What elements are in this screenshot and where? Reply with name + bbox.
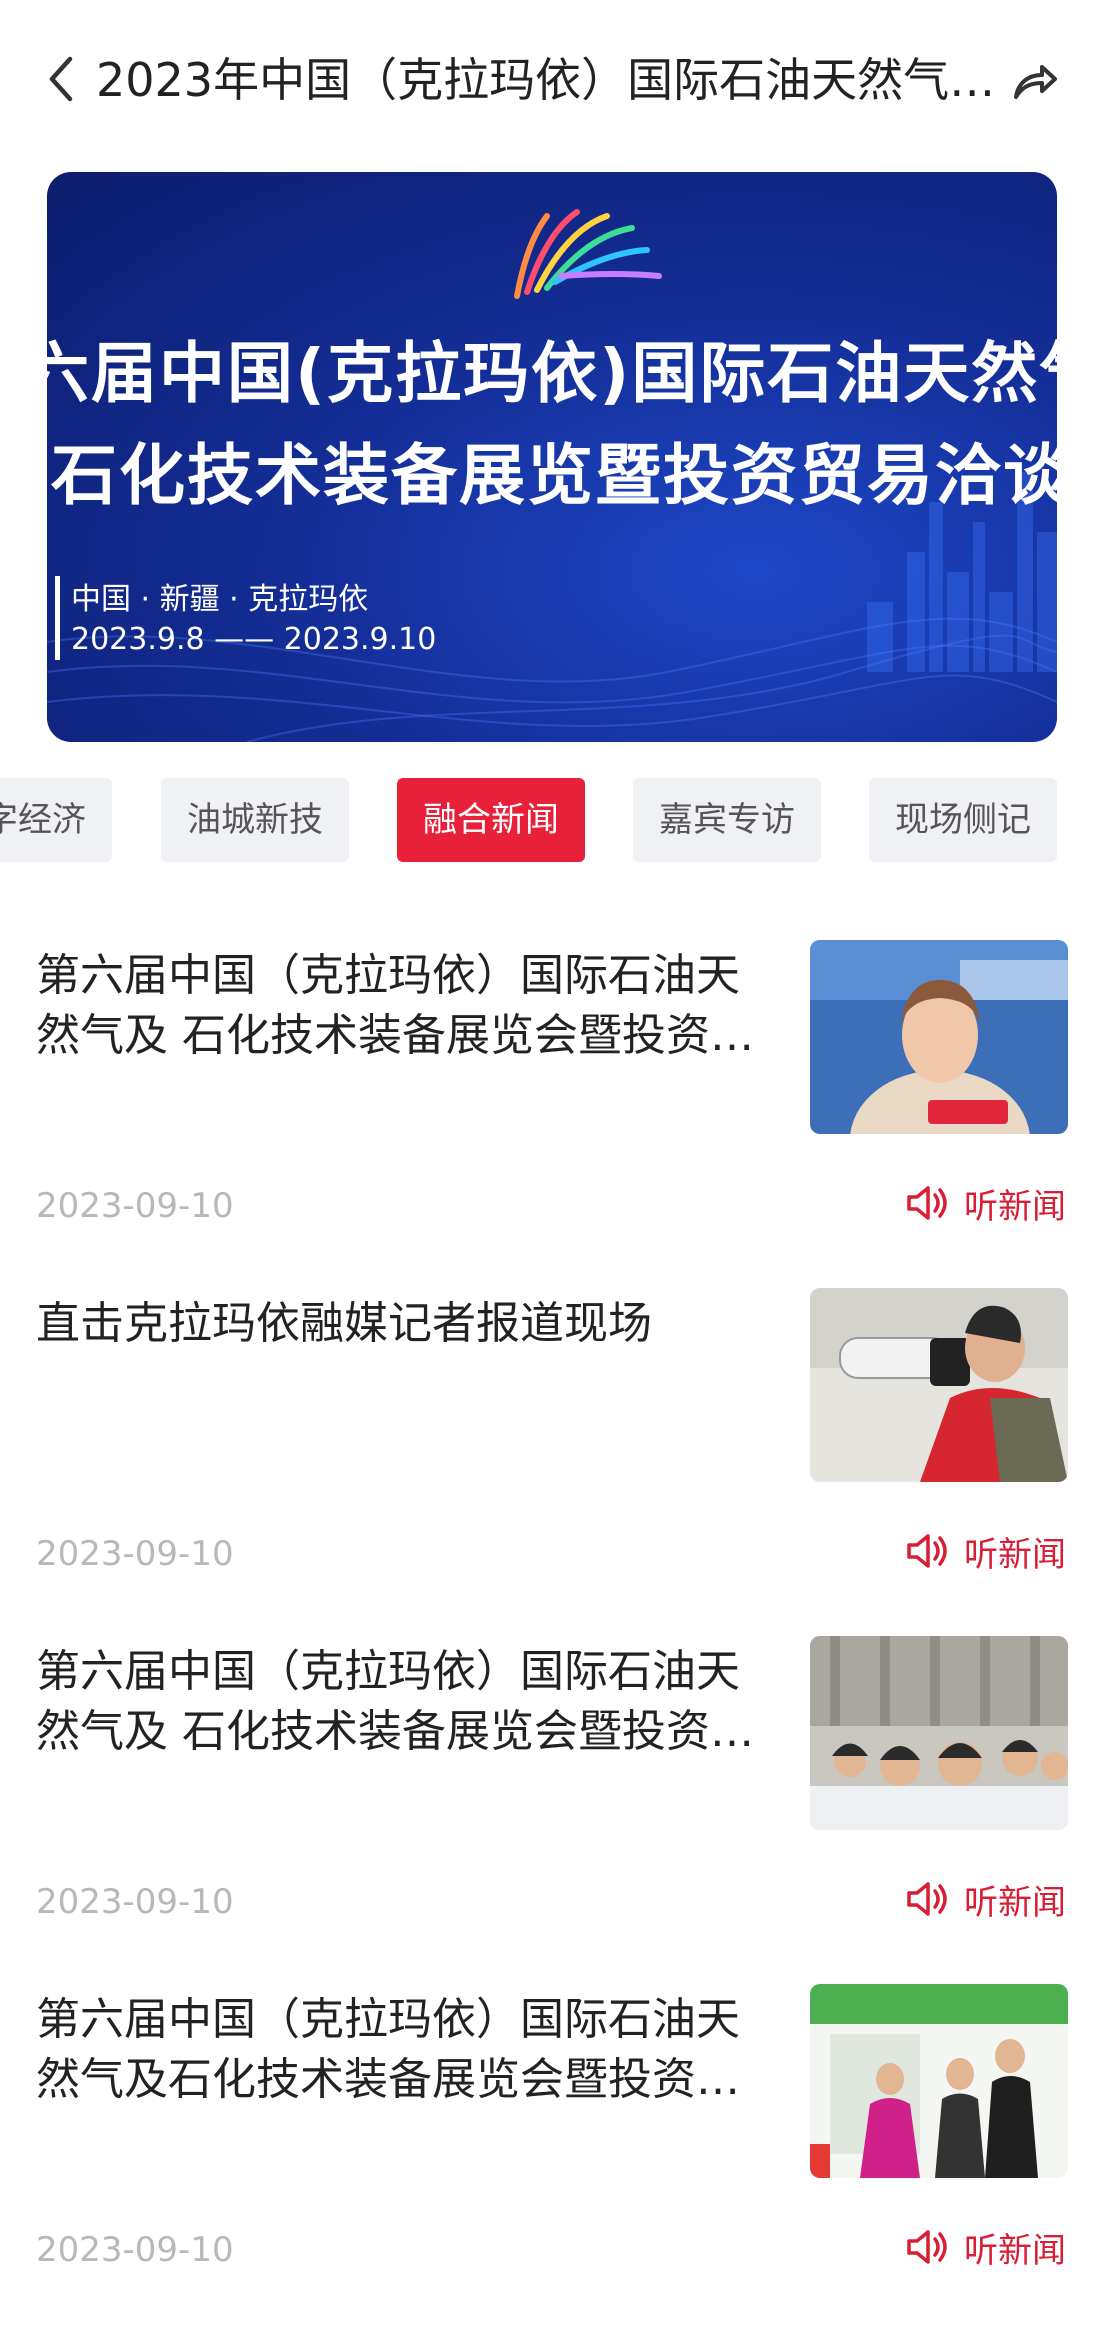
tab-oil-city-tech[interactable]: 油城新技 (161, 778, 349, 862)
page-title: 2023年中国（克拉玛依）国际石油天然气及石化技术装备展览暨投资贸易洽谈会 (96, 53, 1006, 107)
tab-fusion-news[interactable]: 融合新闻 (397, 778, 585, 862)
news-date: 2023-09-10 (36, 1534, 234, 1574)
news-thumbnail (810, 1288, 1068, 1482)
listen-label: 听新闻 (964, 1186, 1066, 1227)
banner-headline-2: 石化技术装备展览暨投资贸易洽谈会 (51, 437, 1057, 514)
news-thumbnail (810, 1636, 1068, 1830)
listen-label: 听新闻 (964, 1534, 1066, 1575)
news-item[interactable]: 直击克拉玛依融媒记者报道现场 2023-09-10 听新闻 (0, 1288, 1104, 1642)
speaker-icon (907, 1882, 947, 1916)
news-title: 第六届中国（克拉玛依）国际石油天然气及 石化技术装备展览会暨投资贸易洽谈会 (36, 1646, 754, 1757)
speaker-icon (907, 1534, 947, 1568)
news-title: 第六届中国（克拉玛依）国际石油天然气及石化技术装备展览会暨投资贸易洽谈会 (36, 1994, 740, 2105)
chevron-left-icon (49, 56, 73, 102)
listen-label: 听新闻 (964, 1882, 1066, 1923)
speaker-icon (907, 1186, 947, 1220)
speaker-icon (907, 2230, 947, 2264)
news-thumbnail (810, 1984, 1068, 2178)
share-icon (1014, 65, 1057, 99)
news-thumbnail (810, 940, 1068, 1134)
banner-location: 中国 · 新疆 · 克拉玛依 (71, 582, 369, 617)
tab-on-site-notes[interactable]: 现场侧记 (869, 778, 1057, 862)
banner-accent-bar (55, 576, 60, 660)
listen-news-button[interactable]: 听新闻 (906, 1178, 1066, 1228)
back-button[interactable] (36, 48, 86, 110)
listen-label: 听新闻 (964, 2230, 1066, 2271)
tab-guest-interviews[interactable]: 嘉宾专访 (633, 778, 821, 862)
share-button[interactable] (1006, 52, 1064, 110)
listen-news-button[interactable]: 听新闻 (906, 1874, 1066, 1924)
news-date: 2023-09-10 (36, 2230, 234, 2270)
news-date: 2023-09-10 (36, 1186, 234, 1226)
news-item[interactable]: 第六届中国（克拉玛依）国际石油天然气及 石化技术装备展览会暨投资贸易洽谈会 20… (0, 940, 1104, 1294)
news-title: 第六届中国（克拉玛依）国际石油天然气及 石化技术装备展览会暨投资贸易洽谈会 (36, 950, 754, 1061)
news-item[interactable]: 第六届中国（克拉玛依）国际石油天然气及石化技术装备展览会暨投资贸易洽谈会 202… (0, 1984, 1104, 2338)
listen-news-button[interactable]: 听新闻 (906, 2222, 1066, 2272)
listen-news-button[interactable]: 听新闻 (906, 1526, 1066, 1576)
news-item[interactable]: 第六届中国（克拉玛依）国际石油天然气及 石化技术装备展览会暨投资贸易洽谈会 20… (0, 1636, 1104, 1990)
news-title: 直击克拉玛依融媒记者报道现场 (36, 1298, 652, 1349)
news-date: 2023-09-10 (36, 1882, 234, 1922)
banner-image[interactable]: 六届中国(克拉玛依)国际石油天然气 石化技术装备展览暨投资贸易洽谈会 中国 · … (47, 172, 1057, 742)
banner-dates: 2023.9.8 —— 2023.9.10 (71, 622, 437, 657)
tab-digital-economy[interactable]: 数字经济 (0, 778, 112, 862)
category-tabs: 数字经济 油城新技 融合新闻 嘉宾专访 现场侧记 (0, 778, 1104, 862)
banner-headline-1: 六届中国(克拉玛依)国际石油天然气 (47, 335, 1057, 412)
top-bar: 2023年中国（克拉玛依）国际石油天然气及石化技术装备展览暨投资贸易洽谈会 (0, 0, 1104, 160)
